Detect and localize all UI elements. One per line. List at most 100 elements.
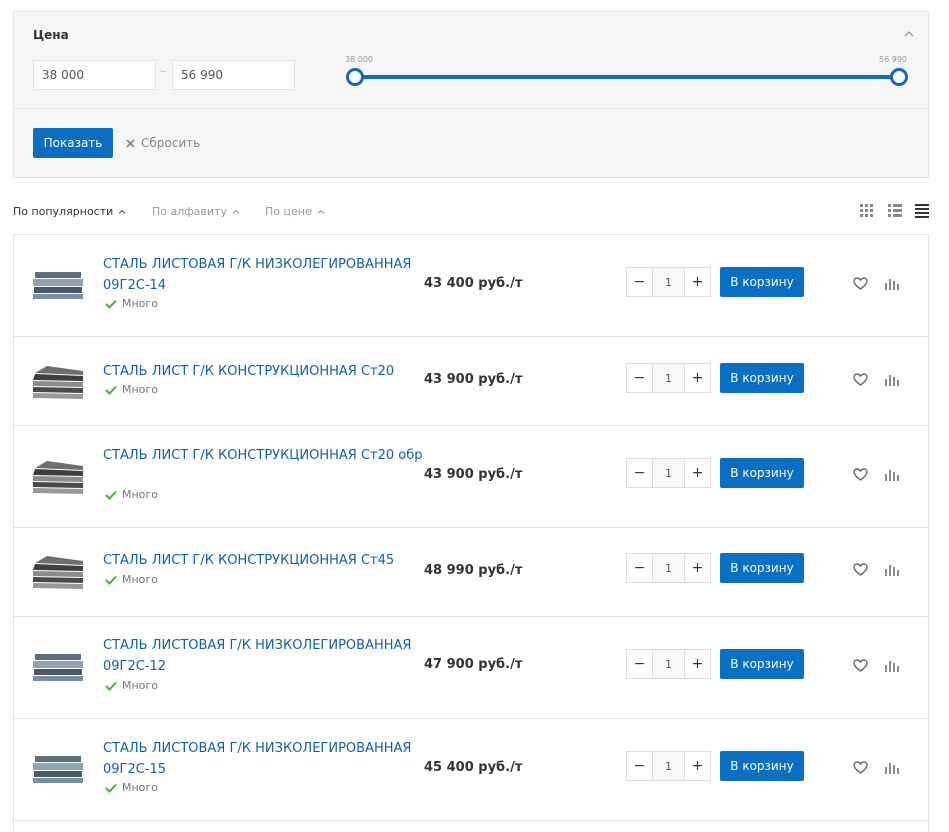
- quantity-input[interactable]: 1: [652, 650, 685, 678]
- chevron-up-icon: [118, 209, 126, 214]
- product-price: 43 900 руб./т: [424, 372, 523, 387]
- sort-bar: По популярности По алфавиту По цене: [13, 204, 929, 219]
- quantity-input[interactable]: 1: [652, 554, 685, 582]
- product-row: СТАЛЬ ЛИСТ Г/К КОНСТРУКЦИОННАЯ Ст20 Мног…: [14, 337, 928, 426]
- decrement-button[interactable]: −: [627, 268, 652, 296]
- increment-button[interactable]: +: [685, 364, 710, 392]
- decrement-button[interactable]: −: [627, 650, 652, 678]
- quantity-input[interactable]: 1: [652, 752, 685, 780]
- stock-status: Много: [105, 383, 158, 396]
- product-name-link[interactable]: СТАЛЬ ЛИСТОВАЯ Г/К НИЗКОЛЕГИРОВАННАЯ 09Г…: [103, 635, 423, 677]
- increment-button[interactable]: +: [685, 459, 710, 487]
- product-price: 48 990 руб./т: [424, 563, 523, 578]
- product-price: 43 900 руб./т: [424, 467, 523, 482]
- steel-sheet-thumbnail[interactable]: [33, 555, 83, 591]
- table-view-icon[interactable]: [915, 204, 929, 218]
- bar-chart-icon[interactable]: [885, 277, 899, 290]
- steel-sheet-thumbnail[interactable]: [33, 753, 83, 785]
- quantity-input[interactable]: 1: [652, 459, 685, 487]
- product-name-link[interactable]: СТАЛЬ ЛИСТОВАЯ Г/К НИЗКОЛЕГИРОВАННАЯ 09Г…: [103, 254, 423, 296]
- reset-label: Сбросить: [141, 136, 201, 150]
- product-name-link[interactable]: СТАЛЬ ЛИСТ Г/К КОНСТРУКЦИОННАЯ Ст20: [103, 361, 423, 382]
- slider-max-label: 56 990: [879, 55, 907, 64]
- add-to-cart-button[interactable]: В корзину: [720, 458, 804, 488]
- filter-divider: [14, 108, 928, 109]
- sort-by-alphabet[interactable]: По алфавиту: [152, 205, 240, 218]
- product-row: СТАЛЬ ЛИСТ Г/К КОНСТРУКЦИОННАЯ Ст45 Мног…: [14, 528, 928, 617]
- sort-label: По популярности: [13, 205, 114, 218]
- bar-chart-icon[interactable]: [885, 468, 899, 481]
- chevron-up-icon: [317, 209, 325, 214]
- decrement-button[interactable]: −: [627, 364, 652, 392]
- check-icon: [105, 575, 117, 585]
- slider-min-label: 38 000: [345, 55, 373, 64]
- product-row: СТАЛЬ ЛИСТОВАЯ Г/К НИЗКОЛЕГИРОВАННАЯ 09Г…: [14, 719, 928, 821]
- list-view-icon[interactable]: [888, 204, 902, 218]
- increment-button[interactable]: +: [685, 752, 710, 780]
- filter-title: Цена: [33, 28, 69, 42]
- grid-view-icon[interactable]: [860, 204, 874, 218]
- check-icon: [105, 490, 117, 500]
- sort-by-price[interactable]: По цене: [265, 205, 325, 218]
- show-button[interactable]: Показать: [33, 128, 113, 158]
- add-to-cart-button[interactable]: В корзину: [720, 649, 804, 679]
- quantity-stepper: − 1 +: [626, 458, 711, 488]
- quantity-input[interactable]: 1: [652, 268, 685, 296]
- bar-chart-icon[interactable]: [885, 659, 899, 672]
- steel-sheet-thumbnail[interactable]: [33, 460, 83, 496]
- price-slider-min-handle[interactable]: [346, 68, 364, 86]
- quantity-stepper: − 1 +: [626, 751, 711, 781]
- product-name-link[interactable]: СТАЛЬ ЛИСТ Г/К КОНСТРУКЦИОННАЯ Ст20 обр: [103, 445, 423, 466]
- increment-button[interactable]: +: [685, 268, 710, 296]
- price-slider-track[interactable]: [355, 75, 900, 79]
- price-min-input[interactable]: [33, 60, 156, 90]
- quantity-stepper: − 1 +: [626, 553, 711, 583]
- check-icon: [105, 385, 117, 395]
- quantity-input[interactable]: 1: [652, 364, 685, 392]
- stock-status: Много: [105, 679, 158, 692]
- bar-chart-icon[interactable]: [885, 373, 899, 386]
- steel-sheet-thumbnail[interactable]: [33, 651, 83, 683]
- price-slider-max-handle[interactable]: [890, 68, 908, 86]
- reset-button[interactable]: Сбросить: [126, 135, 200, 151]
- increment-button[interactable]: +: [685, 554, 710, 582]
- stock-status: Много: [105, 573, 158, 586]
- steel-sheet-thumbnail[interactable]: [33, 269, 83, 301]
- heart-icon[interactable]: [853, 277, 868, 290]
- stock-label: Много: [122, 488, 158, 501]
- heart-icon[interactable]: [853, 563, 868, 576]
- chevron-up-icon: [232, 209, 240, 214]
- add-to-cart-button[interactable]: В корзину: [720, 751, 804, 781]
- product-price: 43 400 руб./т: [424, 276, 523, 291]
- stock-label: Много: [122, 383, 158, 396]
- add-to-cart-button[interactable]: В корзину: [720, 553, 804, 583]
- increment-button[interactable]: +: [685, 650, 710, 678]
- decrement-button[interactable]: −: [627, 752, 652, 780]
- heart-icon[interactable]: [853, 373, 868, 386]
- add-to-cart-button[interactable]: В корзину: [720, 363, 804, 393]
- heart-icon[interactable]: [853, 761, 868, 774]
- chevron-up-icon[interactable]: [904, 30, 914, 37]
- stock-status: Много: [105, 297, 158, 310]
- decrement-button[interactable]: −: [627, 554, 652, 582]
- check-icon: [105, 681, 117, 691]
- decrement-button[interactable]: −: [627, 459, 652, 487]
- bar-chart-icon[interactable]: [885, 761, 899, 774]
- product-name-link[interactable]: СТАЛЬ ЛИСТ Г/К КОНСТРУКЦИОННАЯ Ст45: [103, 550, 423, 571]
- sort-by-popularity[interactable]: По популярности: [13, 205, 126, 218]
- stock-label: Много: [122, 297, 158, 310]
- bar-chart-icon[interactable]: [885, 563, 899, 576]
- product-list: СТАЛЬ ЛИСТОВАЯ Г/К НИЗКОЛЕГИРОВАННАЯ 09Г…: [13, 234, 929, 832]
- check-icon: [105, 299, 117, 309]
- product-name-link[interactable]: СТАЛЬ ЛИСТОВАЯ Г/К НИЗКОЛЕГИРОВАННАЯ 09Г…: [103, 738, 423, 780]
- add-to-cart-button[interactable]: В корзину: [720, 267, 804, 297]
- price-max-input[interactable]: [172, 60, 295, 90]
- stock-status: Много: [105, 488, 158, 501]
- heart-icon[interactable]: [853, 468, 868, 481]
- product-price: 45 400 руб./т: [424, 760, 523, 775]
- close-icon: [126, 138, 135, 148]
- product-row: СТАЛЬ ЛИСТОВАЯ Г/К НИЗКОЛЕГИРОВАННАЯ 09Г…: [14, 235, 928, 337]
- steel-sheet-thumbnail[interactable]: [33, 365, 83, 401]
- quantity-stepper: − 1 +: [626, 363, 711, 393]
- heart-icon[interactable]: [853, 659, 868, 672]
